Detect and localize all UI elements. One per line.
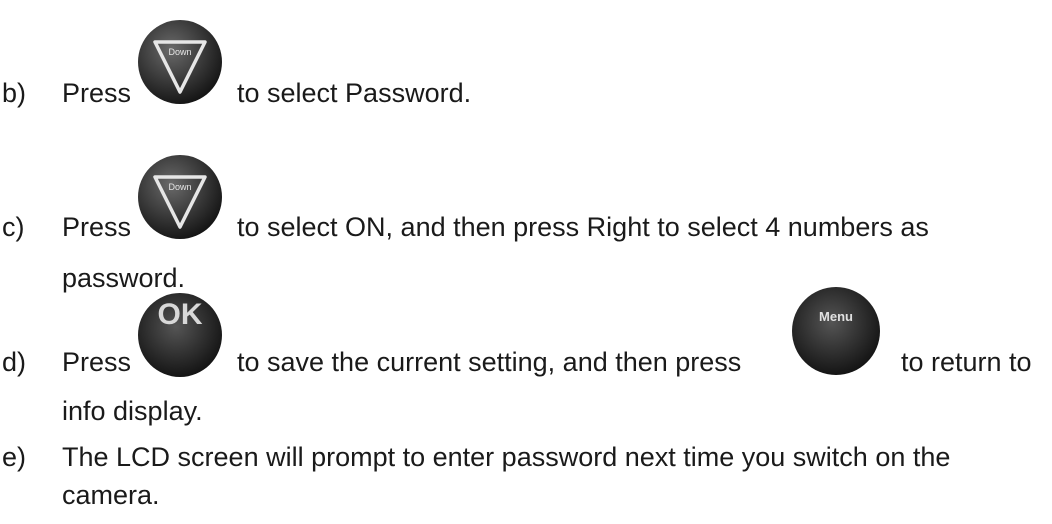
step-text: to select ON, and then press Right to se… [237, 212, 929, 242]
step-text: The LCD screen will prompt to enter pass… [62, 442, 951, 472]
step-label: d) [2, 347, 27, 377]
step-text: to return to [901, 347, 1032, 377]
step-text: Press [62, 212, 132, 242]
step-text: camera. [62, 480, 160, 510]
step-text: to save the current setting, and then pr… [237, 347, 742, 377]
step-e-continuation: camera. [0, 478, 1052, 512]
step-e: e) The LCD screen will prompt to enter p… [0, 440, 1052, 474]
ok-button-label: OK [158, 298, 203, 331]
down-button-label: Down [168, 182, 191, 192]
step-text: Press [62, 78, 132, 108]
menu-button-label: Menu [819, 309, 853, 324]
down-button-icon: Down [138, 20, 222, 104]
step-text: info display. [62, 396, 203, 426]
step-label: b) [2, 78, 27, 108]
step-label: e) [2, 442, 27, 472]
ok-button-icon: OK [138, 293, 222, 377]
step-d-continuation: info display. [0, 394, 1052, 428]
step-text: to select Password. [237, 78, 472, 108]
step-label: c) [2, 212, 25, 242]
down-button-icon: Down [138, 155, 222, 239]
menu-button-icon: Menu [792, 287, 880, 375]
step-text: Press [62, 347, 132, 377]
down-button-label: Down [168, 47, 191, 57]
